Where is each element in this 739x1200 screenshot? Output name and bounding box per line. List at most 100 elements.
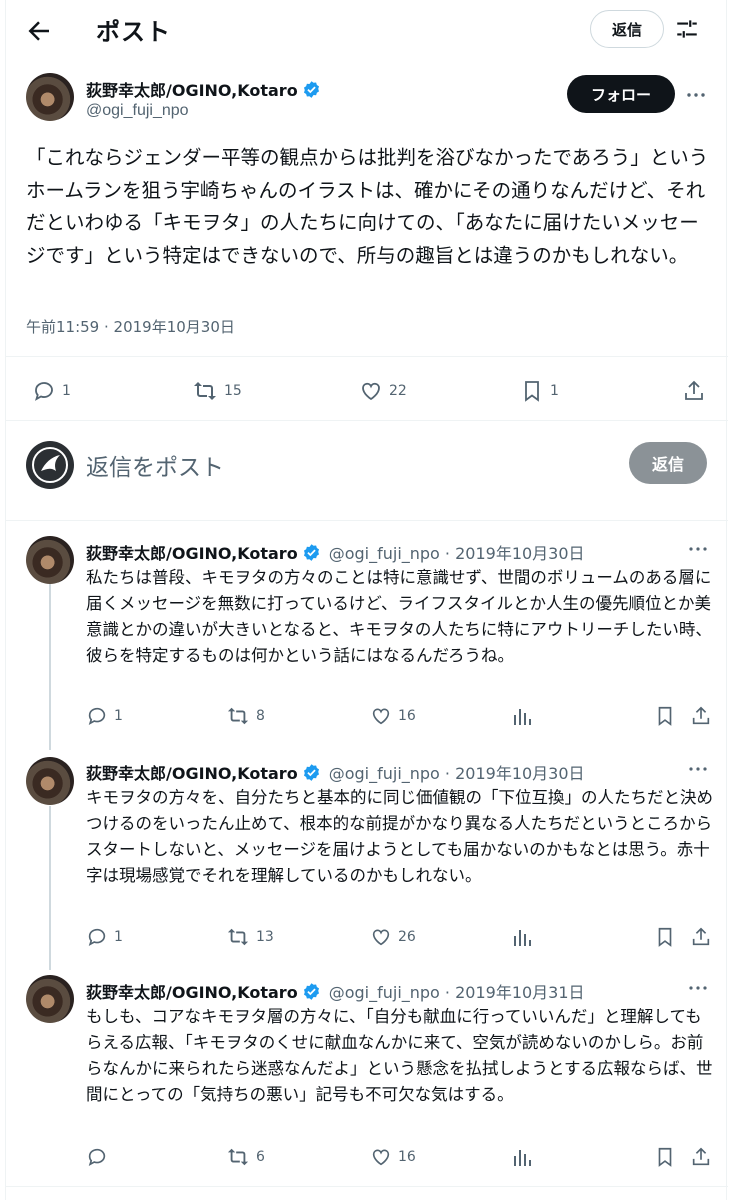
post-page: ポスト 返信 荻野幸太郎/OGINO,Kotaro @ogi_fuji_npo … — [5, 0, 728, 1200]
verified-badge-icon — [303, 543, 319, 561]
repost-action[interactable]: 6 — [226, 1146, 265, 1168]
more-options-icon[interactable] — [684, 83, 708, 107]
thread-connector — [49, 806, 51, 970]
reply-avatar[interactable] — [26, 536, 74, 584]
reply-count: 1 — [114, 708, 123, 724]
bookmark-icon — [658, 706, 672, 726]
author-handle[interactable]: @ogi_fuji_npo — [86, 102, 189, 120]
like-action[interactable]: 16 — [370, 705, 416, 727]
reply-text: 私たちは普段、キモヲタの方々のことは特に意識せず、世間のボリュームのある層に届く… — [86, 568, 712, 665]
bookmark-action[interactable]: 1 — [520, 379, 559, 403]
analytics-icon — [514, 1150, 531, 1166]
reply-count: 1 — [114, 929, 123, 945]
top-bar: ポスト 返信 — [6, 0, 728, 58]
reply-author-row[interactable]: 荻野幸太郎/OGINO,Kotaro @ogi_fuji_npo · 2019年… — [86, 760, 585, 784]
reply-author-name: 荻野幸太郎/OGINO,Kotaro — [86, 983, 298, 1002]
like-count: 26 — [398, 929, 416, 945]
reply-author-row[interactable]: 荻野幸太郎/OGINO,Kotaro @ogi_fuji_npo · 2019年… — [86, 540, 585, 564]
analytics-icon — [514, 709, 531, 725]
share-action[interactable] — [690, 705, 712, 727]
like-count: 22 — [389, 383, 407, 399]
repost-count: 15 — [224, 383, 242, 399]
heart-icon — [372, 708, 390, 725]
bookmark-icon — [658, 927, 672, 947]
reply-text: キモヲタの方々を、自分たちと基本的に同じ価値観の「下位互換」の人たちだと決めつけ… — [86, 788, 713, 885]
bookmark-action[interactable] — [654, 705, 676, 727]
author-name: 荻野幸太郎/OGINO,Kotaro — [86, 81, 298, 100]
share-icon — [692, 927, 710, 946]
bookmark-count: 1 — [550, 383, 559, 399]
heart-icon — [372, 1149, 390, 1166]
header-reply-button[interactable]: 返信 — [590, 10, 664, 48]
author-avatar[interactable] — [26, 73, 74, 121]
author-name-row[interactable]: 荻野幸太郎/OGINO,Kotaro — [86, 77, 321, 101]
post-text: 「これならジェンダー平等の観点からは批判を浴びなかったであろう」というホームラン… — [26, 146, 709, 267]
like-count: 16 — [398, 1149, 416, 1165]
reply-action[interactable] — [86, 1146, 114, 1168]
reply-meta: @ogi_fuji_npo · 2019年10月30日 — [328, 764, 585, 783]
reply-meta: @ogi_fuji_npo · 2019年10月30日 — [328, 544, 585, 563]
bookmark-icon — [525, 381, 539, 402]
reply-icon — [35, 382, 53, 401]
reply-author-row[interactable]: 荻野幸太郎/OGINO,Kotaro @ogi_fuji_npo · 2019年… — [86, 979, 585, 1003]
share-icon — [692, 1147, 710, 1166]
reply-text: もしも、コアなキモヲタ層の方々に、「自分も献血に行っていいんだ」と理解してもらえ… — [86, 1007, 713, 1104]
more-options-icon[interactable] — [686, 757, 710, 781]
post-timestamp[interactable]: 午前11:59 · 2019年10月30日 — [26, 316, 235, 337]
share-icon — [692, 706, 710, 725]
more-options-icon[interactable] — [686, 976, 710, 1000]
views-action[interactable] — [512, 705, 532, 727]
reply-icon — [88, 707, 106, 726]
share-icon — [685, 380, 703, 400]
repost-action[interactable]: 15 — [192, 379, 242, 403]
share-action[interactable] — [682, 379, 706, 403]
repost-action[interactable]: 13 — [226, 926, 274, 948]
reply-author-name: 荻野幸太郎/OGINO,Kotaro — [86, 764, 298, 783]
repost-icon — [227, 707, 249, 725]
share-action[interactable] — [690, 926, 712, 948]
divider — [6, 420, 728, 421]
like-action[interactable]: 22 — [359, 379, 407, 403]
heart-icon — [372, 929, 390, 946]
reply-icon — [88, 1148, 106, 1167]
bookmark-action[interactable] — [654, 1146, 676, 1168]
reply-avatar[interactable] — [26, 975, 74, 1023]
heart-icon — [362, 382, 380, 401]
verified-badge-icon — [303, 80, 319, 98]
like-action[interactable]: 26 — [370, 926, 416, 948]
reply-meta: @ogi_fuji_npo · 2019年10月31日 — [328, 983, 585, 1002]
repost-icon — [227, 1148, 249, 1166]
reply-submit-button[interactable]: 返信 — [629, 442, 707, 484]
divider — [6, 356, 728, 357]
repost-count: 6 — [256, 1149, 265, 1165]
share-action[interactable] — [690, 1146, 712, 1168]
verified-badge-icon — [303, 982, 319, 1000]
reply-action[interactable]: 1 — [32, 379, 71, 403]
page-title: ポスト — [96, 18, 171, 46]
follow-button[interactable]: フォロー — [567, 75, 675, 113]
repost-icon — [227, 928, 249, 946]
views-action[interactable] — [512, 926, 532, 948]
divider — [6, 1186, 728, 1187]
repost-count: 13 — [256, 929, 274, 945]
repost-count: 8 — [256, 708, 265, 724]
repost-icon — [194, 382, 216, 400]
reply-avatar[interactable] — [26, 757, 74, 805]
reply-count: 1 — [62, 383, 71, 399]
current-user-avatar[interactable] — [26, 441, 74, 489]
reply-action[interactable]: 1 — [86, 705, 123, 727]
repost-action[interactable]: 8 — [226, 705, 265, 727]
views-action[interactable] — [512, 1146, 532, 1168]
divider — [6, 520, 728, 521]
back-arrow-icon[interactable] — [24, 16, 54, 46]
reply-input[interactable]: 返信をポスト — [86, 448, 224, 482]
like-count: 16 — [398, 708, 416, 724]
analytics-icon — [514, 930, 531, 946]
settings-sliders-icon[interactable] — [674, 16, 700, 42]
user-logo-icon — [32, 447, 68, 483]
bookmark-icon — [658, 1147, 672, 1167]
more-options-icon[interactable] — [686, 537, 710, 561]
bookmark-action[interactable] — [654, 926, 676, 948]
like-action[interactable]: 16 — [370, 1146, 416, 1168]
reply-action[interactable]: 1 — [86, 926, 123, 948]
